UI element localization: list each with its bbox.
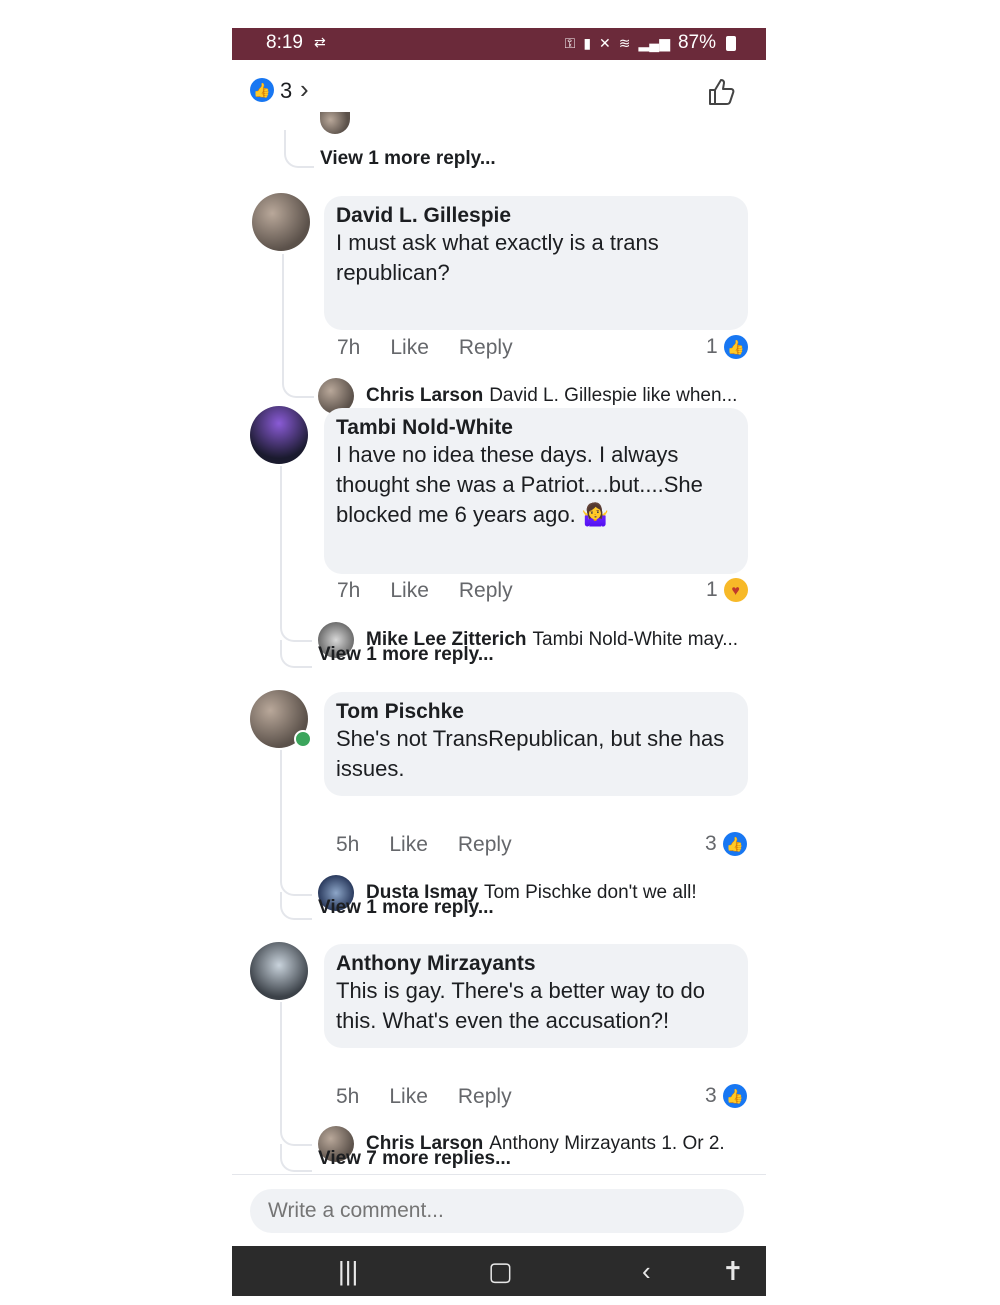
reaction-count: 1 xyxy=(706,578,718,601)
signal-icon: ▂▄▆ xyxy=(638,34,670,51)
comment-time: 5h xyxy=(336,1085,360,1108)
comment-actions: 7h Like Reply xyxy=(337,579,513,603)
battery-percent: 87% xyxy=(677,32,716,53)
reply-button[interactable]: Reply xyxy=(458,1085,512,1109)
comment-bubble: Tom Pischke She's not TransRepublican, b… xyxy=(324,692,748,796)
comment-text: She's not TransRepublican, but she has i… xyxy=(336,726,725,781)
view-more-replies[interactable]: View 1 more reply... xyxy=(320,148,496,170)
thread-connector xyxy=(280,1144,312,1172)
reaction-count: 1 xyxy=(706,335,718,358)
avatar[interactable] xyxy=(320,112,350,134)
reply-button[interactable]: Reply xyxy=(458,833,512,857)
battery-icon xyxy=(726,35,736,51)
like-button[interactable]: Like xyxy=(389,833,428,857)
comment-time: 5h xyxy=(336,833,360,856)
view-more-replies[interactable]: View 7 more replies... xyxy=(318,1148,511,1170)
comment-text: I have no idea these days. I always thou… xyxy=(336,442,703,527)
comment-author[interactable]: Tom Pischke xyxy=(336,700,736,724)
comment-author[interactable]: Anthony Mirzayants xyxy=(336,952,736,976)
like-button[interactable]: Like xyxy=(389,1085,428,1109)
back-icon[interactable]: ‹ xyxy=(642,1256,651,1287)
thread-connector xyxy=(282,254,284,370)
care-reaction-icon: ♥ xyxy=(723,578,748,602)
comment-actions: 5h Like Reply xyxy=(336,833,512,857)
thread-connector xyxy=(282,370,314,398)
wifi-icon: ≋ xyxy=(618,34,631,51)
reply-button[interactable]: Reply xyxy=(459,579,513,603)
comment-bubble: Anthony Mirzayants This is gay. There's … xyxy=(324,944,748,1048)
recents-icon[interactable]: ||| xyxy=(338,1256,358,1287)
comment-text: I must ask what exactly is a trans repub… xyxy=(336,230,659,285)
thread-connector xyxy=(280,1118,312,1146)
reaction-count: 3 xyxy=(705,1084,717,1107)
reaction-summary[interactable]: 1 ♥ xyxy=(706,578,748,602)
thread-connector xyxy=(280,750,282,868)
thumbs-up-icon: 👍 xyxy=(722,1084,747,1108)
thumbs-up-icon: 👍 xyxy=(722,832,747,856)
reaction-count[interactable]: 3 xyxy=(280,78,292,104)
thread-connector xyxy=(284,130,314,168)
avatar[interactable] xyxy=(252,193,310,251)
comment-time: 7h xyxy=(337,336,361,359)
status-time: 8:19 xyxy=(266,32,303,53)
reaction-summary[interactable]: 1 👍 xyxy=(706,335,748,359)
comment-actions: 5h Like Reply xyxy=(336,1085,512,1109)
avatar[interactable] xyxy=(250,942,308,1000)
thumbs-up-icon: 👍 xyxy=(250,78,274,102)
reply-text: David L. Gillespie like when... xyxy=(489,385,738,406)
like-outline-icon[interactable] xyxy=(706,76,738,108)
comment-text: This is gay. There's a better way to do … xyxy=(336,978,706,1033)
thread-connector xyxy=(280,614,312,642)
view-more-replies[interactable]: View 1 more reply... xyxy=(318,897,494,919)
comment-time: 7h xyxy=(337,579,361,602)
thread-connector xyxy=(280,466,282,614)
accessibility-icon[interactable]: ✝ xyxy=(722,1256,744,1287)
like-button[interactable]: Like xyxy=(390,579,429,603)
comment-author[interactable]: Tambi Nold-White xyxy=(336,416,736,440)
thread-connector xyxy=(280,1002,282,1118)
status-icons: ⚿ ▮ ✕ ≋ ▂▄▆ 87% xyxy=(565,32,736,54)
comment-actions: 7h Like Reply xyxy=(337,336,513,360)
comment-bubble: David L. Gillespie I must ask what exact… xyxy=(324,196,748,330)
reply-text: Tambi Nold-White may... xyxy=(532,629,739,650)
thread-connector xyxy=(280,640,312,668)
chevron-right-icon[interactable]: › xyxy=(300,74,309,105)
sync-icon: ⇄ xyxy=(314,34,326,50)
lock-icon: ▮ xyxy=(583,34,592,51)
comment-composer xyxy=(232,1174,766,1247)
reply-text: Anthony Mirzayants 1. Or 2. xyxy=(489,1133,725,1154)
system-nav-bar: ||| ▢ ‹ ✝ xyxy=(232,1246,766,1296)
thread-connector xyxy=(280,892,312,920)
comment-author[interactable]: David L. Gillespie xyxy=(336,204,736,228)
comments-header: 👍 3 › xyxy=(232,60,766,130)
status-bar: 8:19 ⇄ ⚿ ▮ ✕ ≋ ▂▄▆ 87% xyxy=(232,28,766,60)
thumbs-up-icon: 👍 xyxy=(723,335,748,359)
comment-bubble: Tambi Nold-White I have no idea these da… xyxy=(324,408,748,574)
reply-text: Tom Pischke don't we all! xyxy=(483,882,697,903)
online-status-indicator xyxy=(294,730,312,748)
reaction-summary[interactable]: 3 👍 xyxy=(705,832,747,856)
key-icon: ⚿ xyxy=(564,34,576,51)
reply-author[interactable]: Chris Larson xyxy=(366,385,483,407)
reaction-summary[interactable]: 3 👍 xyxy=(705,1084,747,1108)
view-more-replies[interactable]: View 1 more reply... xyxy=(318,644,494,666)
like-button[interactable]: Like xyxy=(390,336,429,360)
comment-input[interactable] xyxy=(250,1189,744,1233)
reaction-count: 3 xyxy=(705,832,717,855)
mute-icon: ✕ xyxy=(599,34,611,51)
avatar[interactable] xyxy=(250,406,308,464)
reply-button[interactable]: Reply xyxy=(459,336,513,360)
home-icon[interactable]: ▢ xyxy=(488,1256,513,1287)
phone-screen: 8:19 ⇄ ⚿ ▮ ✕ ≋ ▂▄▆ 87% 👍 3 › View 1 more… xyxy=(232,28,766,1296)
